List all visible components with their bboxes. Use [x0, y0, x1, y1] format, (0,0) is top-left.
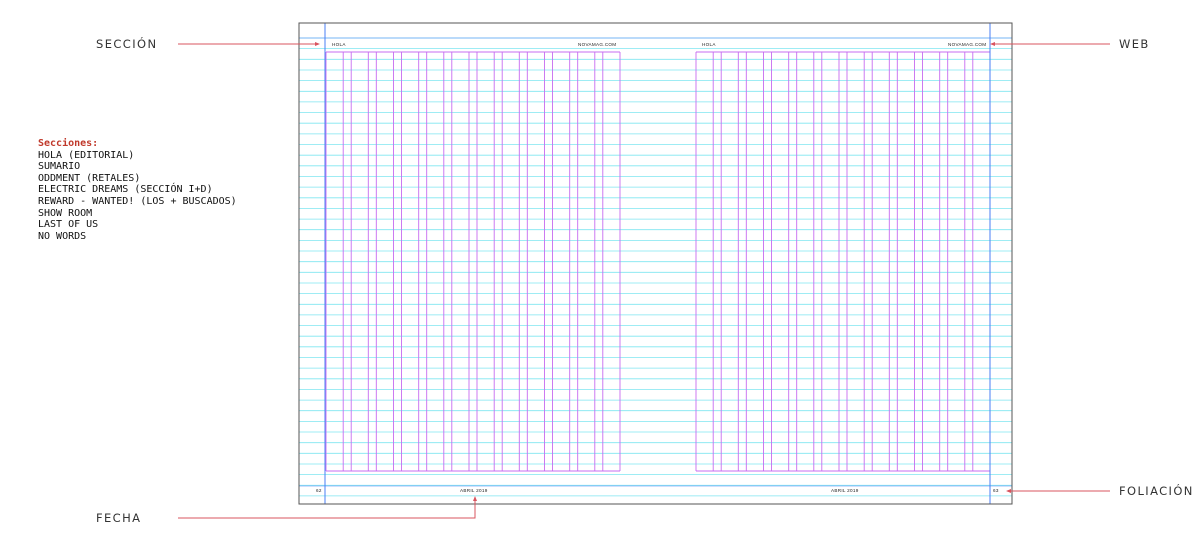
right-page-number: 63 — [993, 488, 999, 493]
right-header-web: NOVAMAG.COM — [948, 42, 986, 47]
left-page-number: 62 — [316, 488, 322, 493]
callout-line-folio — [1006, 489, 1110, 493]
left-header-web: NOVAMAG.COM — [578, 42, 616, 47]
magazine-spread-grid: HOLA NOVAMAG.COM HOLA NOVAMAG.COM 62 ABR… — [178, 22, 1110, 519]
left-header-section: HOLA — [332, 42, 346, 47]
right-header-section: HOLA — [702, 42, 716, 47]
baseline-grid — [299, 37, 1012, 497]
callout-line-web — [990, 42, 1110, 46]
callout-line-date — [178, 496, 477, 519]
right-footer-date: ABRIL 2019 — [831, 488, 859, 493]
left-footer-date: ABRIL 2019 — [460, 488, 488, 493]
